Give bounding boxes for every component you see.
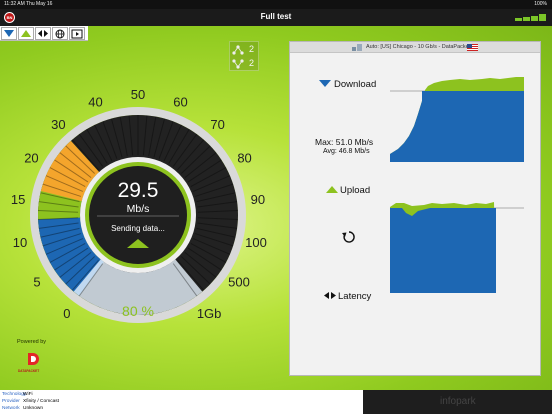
download-arrow-icon [4, 30, 14, 37]
server-icon [352, 44, 362, 51]
meta-network: Network Unknown [2, 406, 43, 411]
status-time: 11:32 AM Thu May 16 [4, 1, 53, 7]
server-label: Auto: [US] Chicago - 10 Gb/s - DataPacke… [366, 44, 471, 50]
powered-by-label: Powered by [17, 339, 47, 345]
datapacket-logo-icon [28, 353, 39, 365]
latency-arrows-icon [38, 30, 48, 37]
meta-technology: TechnologyWiFi [2, 392, 33, 397]
gauge-scale-label: 80 [237, 151, 251, 166]
gauge-scale-label: 500 [228, 275, 250, 290]
meta-provider: Provider Xfinity / Comcast [2, 399, 59, 404]
footer-watermark: infopark [440, 396, 476, 407]
powered-by-logo-text: DATAPACKET [18, 369, 40, 373]
globe-icon [55, 29, 65, 38]
status-bar: 11:32 AM Thu May 16 100% [0, 0, 552, 9]
gauge-scale-label: 100 [245, 235, 267, 250]
gauge-scale-label: 1Gb [197, 306, 222, 321]
toolbar [0, 26, 88, 41]
gauge-scale-label: 40 [88, 95, 102, 110]
status-message: Sending data... [111, 224, 165, 233]
gauge-scale-label: 10 [13, 235, 27, 250]
refresh-icon [342, 231, 355, 243]
download-graph [390, 77, 524, 162]
download-tab[interactable] [1, 27, 17, 40]
powered-by: Powered by DATAPACKET [17, 339, 77, 375]
gauge-scale-label: 90 [251, 192, 265, 207]
download-direction-icon [319, 80, 331, 87]
server-selector[interactable]: Auto: [US] Chicago - 10 Gb/s - DataPacke… [290, 42, 540, 53]
us-flag-icon [467, 44, 478, 51]
upload-arrow-icon [21, 30, 31, 37]
signal-bars-icon [515, 14, 547, 21]
upload-graph [390, 202, 524, 293]
page-title: Full test [260, 12, 292, 21]
video-icon [71, 29, 83, 38]
test-graph-panel: Auto: [US] Chicago - 10 Gb/s - DataPacke… [289, 41, 541, 376]
speed-value: 29.5 [118, 179, 159, 202]
globe-tab[interactable] [52, 27, 68, 40]
battery-level: 100% [534, 1, 547, 7]
progress-percent: 80 % [122, 303, 154, 319]
gauge-scale-label: 50 [131, 88, 145, 102]
speed-unit: Mb/s [127, 203, 150, 215]
network-down-icon [232, 45, 244, 55]
main-area: 2 2 0 5 10 15 20 30 40 50 60 70 80 90 100 500 1Gb 29.5… [0, 26, 552, 390]
video-tab[interactable] [69, 27, 85, 40]
latency-direction-icon [324, 292, 336, 299]
upload-connections: 2 [249, 58, 255, 68]
download-title: Download [334, 79, 377, 90]
gauge-scale-label: 5 [33, 275, 40, 290]
download-avg: Avg: 46.8 Mb/s [323, 148, 370, 155]
connections-box: 2 2 [229, 41, 259, 71]
gauge-scale-label: 70 [210, 117, 224, 132]
gauge-scale-label: 0 [63, 306, 70, 321]
download-max: Max: 51.0 Mb/s [315, 137, 374, 147]
gauge-scale-label: 20 [24, 151, 38, 166]
title-bar: BN Full test [0, 9, 552, 26]
network-up-icon [232, 59, 244, 69]
gauge-scale-label: 30 [51, 117, 65, 132]
latency-title: Latency [338, 291, 372, 302]
footer: infopark [363, 390, 552, 414]
gauge-scale-label: 15 [11, 192, 25, 207]
upload-tab[interactable] [18, 27, 34, 40]
connection-info: TechnologyWiFi Provider Xfinity / Comcast… [0, 390, 363, 414]
download-connections: 2 [249, 44, 255, 54]
gauge-scale-label: 60 [173, 95, 187, 110]
upload-title: Upload [340, 185, 371, 196]
upload-direction-icon [326, 186, 338, 193]
latency-tab[interactable] [35, 27, 51, 40]
